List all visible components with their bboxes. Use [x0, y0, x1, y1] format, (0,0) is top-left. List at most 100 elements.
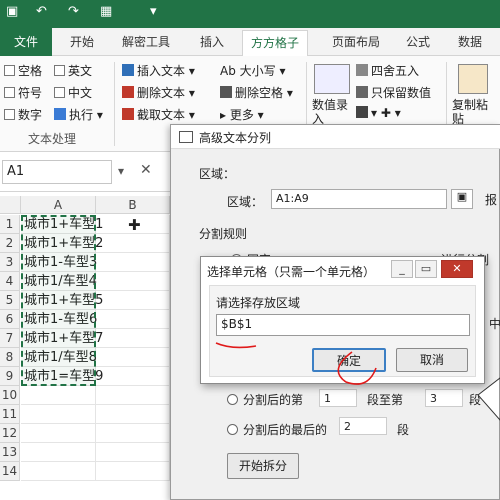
cell-a[interactable]: 城市1-车型6: [21, 310, 97, 329]
cell-a[interactable]: 城市1+车型7: [21, 329, 103, 348]
copy-paste-button[interactable]: 复制粘贴: [452, 98, 498, 126]
maximize-icon[interactable]: ▭: [415, 260, 437, 278]
row-header[interactable]: 3: [0, 253, 20, 272]
cell-b[interactable]: [96, 291, 170, 310]
cell-b[interactable]: [96, 310, 170, 329]
insert-text-button[interactable]: 插入文本 ▾: [122, 62, 195, 79]
more-button[interactable]: ▸ 更多 ▾: [220, 106, 264, 123]
cell-b[interactable]: [96, 253, 170, 272]
cell-b[interactable]: [96, 405, 170, 424]
check-space[interactable]: 空格: [4, 62, 42, 79]
value-entry-icon[interactable]: [314, 64, 350, 94]
cell-b[interactable]: [96, 443, 170, 462]
delete-text-button[interactable]: 删除文本 ▾: [122, 84, 195, 101]
ribbon-separator: [114, 62, 115, 146]
row-header[interactable]: 7: [0, 329, 20, 348]
row-header[interactable]: 9: [0, 367, 20, 386]
cell-a[interactable]: [21, 443, 96, 462]
quick-icon[interactable]: ▦: [100, 4, 112, 19]
redo-icon[interactable]: ↷: [68, 4, 79, 19]
select-all-corner[interactable]: [0, 196, 21, 214]
split-last-option[interactable]: 分割后的最后的: [227, 421, 327, 438]
row-header[interactable]: 11: [0, 405, 20, 424]
copy-paste-icon[interactable]: [458, 64, 488, 94]
cancel-formula-icon[interactable]: ✕: [140, 162, 152, 178]
row-header[interactable]: 13: [0, 443, 20, 462]
customize-icon[interactable]: ▾: [150, 4, 157, 19]
save-icon[interactable]: ▣: [6, 4, 18, 19]
execute-label: 执行: [69, 108, 94, 122]
check-english[interactable]: 英文: [54, 62, 92, 79]
case-label: Ab 大小写: [220, 64, 276, 78]
name-box-dropdown-icon[interactable]: ▾: [118, 164, 124, 178]
cell-a[interactable]: [21, 424, 96, 443]
cell-a[interactable]: [21, 462, 96, 481]
tab-page-layout[interactable]: 页面布局: [332, 33, 380, 50]
tab-fangfang[interactable]: 方方格子: [242, 30, 309, 57]
close-icon[interactable]: ✕: [441, 260, 473, 278]
check-chinese[interactable]: 中文: [54, 84, 92, 101]
cursor-cross-icon: ✚: [128, 216, 141, 234]
row-header[interactable]: 5: [0, 291, 20, 310]
cell-a[interactable]: [21, 405, 96, 424]
ok-button[interactable]: 确定: [312, 348, 386, 372]
tab-insert[interactable]: 插入: [200, 33, 224, 50]
cut-text-button[interactable]: 截取文本 ▾: [122, 106, 195, 123]
cell-a[interactable]: 城市1/车型8: [21, 348, 97, 367]
row-header[interactable]: 14: [0, 462, 20, 481]
sub-dialog-body: 请选择存放区域 $B$1 确定 取消: [209, 285, 476, 377]
name-box[interactable]: A1: [2, 160, 112, 184]
region-picker-button[interactable]: ▣: [451, 189, 473, 209]
case-button[interactable]: Ab 大小写 ▾: [220, 62, 286, 79]
row-header[interactable]: 2: [0, 234, 20, 253]
cell-a[interactable]: 城市1+车型2: [21, 234, 103, 253]
segment-suffix: 段: [469, 393, 482, 407]
cell-b[interactable]: [96, 234, 170, 253]
row-header[interactable]: 12: [0, 424, 20, 443]
row-header[interactable]: 6: [0, 310, 20, 329]
cell-b[interactable]: [96, 386, 170, 405]
value-entry-button[interactable]: 数值录入: [312, 98, 352, 126]
cell-a[interactable]: 城市1+车型1: [21, 215, 103, 234]
tab-home[interactable]: 开始: [70, 33, 94, 50]
cell-b[interactable]: [96, 367, 170, 386]
cell-a[interactable]: 城市1/车型4: [21, 272, 97, 291]
cell-b[interactable]: [96, 348, 170, 367]
row-header[interactable]: 4: [0, 272, 20, 291]
tab-file[interactable]: 文件: [0, 28, 52, 56]
quick-access-bar: ▣ ↶ ↷ ▦ ▾: [0, 0, 500, 28]
cell-b[interactable]: [96, 424, 170, 443]
column-header-b[interactable]: B: [96, 196, 170, 214]
segment-from-input[interactable]: 1: [319, 389, 357, 407]
tab-decrypt[interactable]: 解密工具: [122, 33, 170, 50]
cell-b[interactable]: [96, 272, 170, 291]
segment-to-input[interactable]: 3: [425, 389, 463, 407]
row-header[interactable]: 10: [0, 386, 20, 405]
cancel-button[interactable]: 取消: [396, 348, 468, 372]
check-number[interactable]: 数字: [4, 106, 42, 123]
undo-icon[interactable]: ↶: [36, 4, 47, 19]
round-button[interactable]: 四舍五入: [356, 62, 419, 79]
row-header[interactable]: 8: [0, 348, 20, 367]
last-segment-input[interactable]: 2: [339, 417, 387, 435]
cell-a[interactable]: 城市1-车型3: [21, 253, 97, 272]
cell-a[interactable]: [21, 386, 96, 405]
minimize-icon[interactable]: _: [391, 260, 413, 278]
target-cell-input[interactable]: $B$1: [216, 314, 470, 336]
start-split-button[interactable]: 开始拆分: [227, 453, 299, 479]
plus-button[interactable]: ▾ ✚ ▾: [356, 106, 401, 120]
tab-data[interactable]: 数据: [458, 33, 482, 50]
cell-b[interactable]: [96, 462, 170, 481]
cell-a[interactable]: 城市1=车型9: [21, 367, 103, 386]
row-header[interactable]: 1: [0, 215, 20, 234]
keep-value-button[interactable]: 只保留数值: [356, 84, 431, 101]
execute-button[interactable]: 执行 ▾: [54, 106, 103, 123]
split-after-option[interactable]: 分割后的第: [227, 391, 303, 408]
column-header-a[interactable]: A: [21, 196, 96, 214]
tab-formulas[interactable]: 公式: [406, 33, 430, 50]
check-symbol[interactable]: 符号: [4, 84, 42, 101]
delete-space-button[interactable]: 删除空格 ▾: [220, 84, 293, 101]
cell-b[interactable]: [96, 329, 170, 348]
region-input[interactable]: A1:A9: [271, 189, 447, 209]
cell-a[interactable]: 城市1+车型5: [21, 291, 103, 310]
